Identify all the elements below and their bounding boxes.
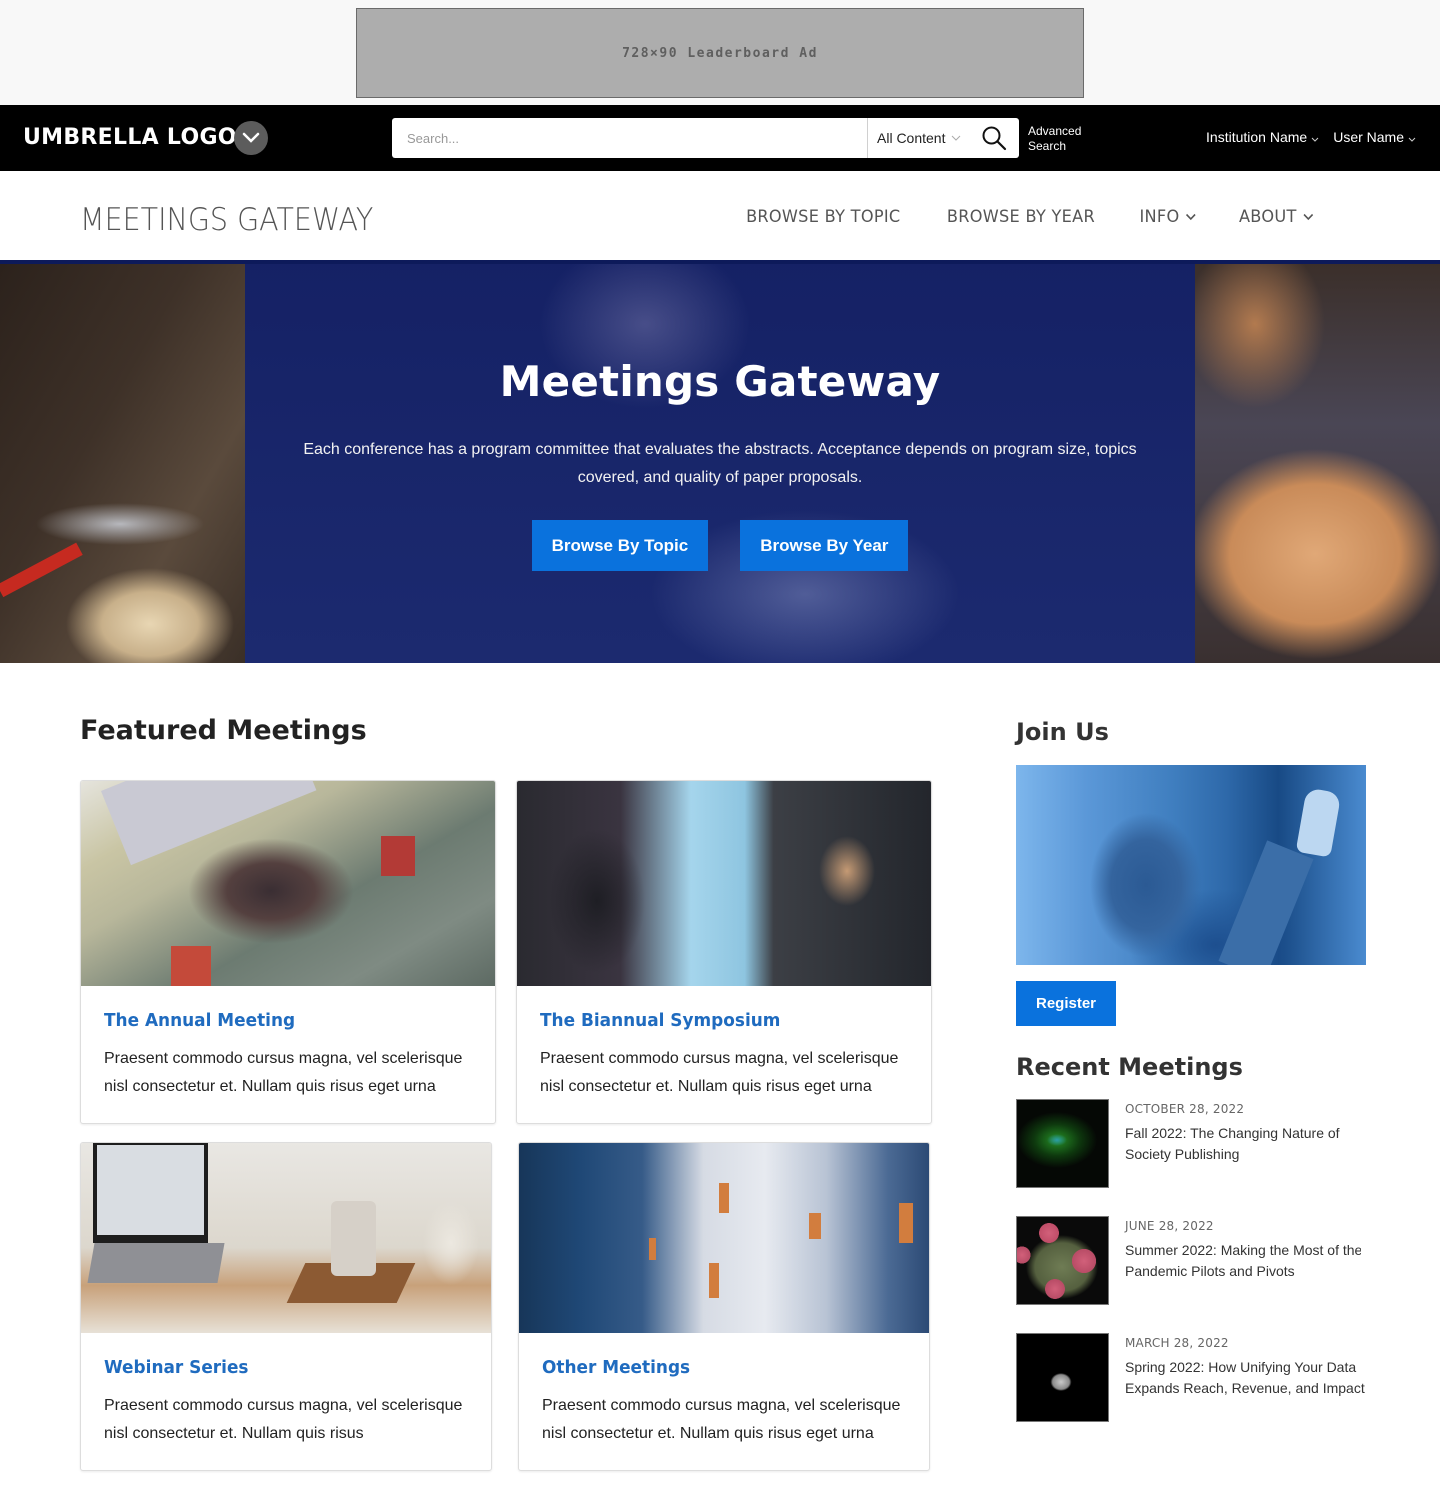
hero-banner: Meetings Gateway Each conference has a p… xyxy=(0,264,1440,663)
panel-speakers-photo xyxy=(517,781,931,986)
search-scope-label: All Content xyxy=(877,130,946,146)
search-button[interactable] xyxy=(969,118,1019,158)
virus-microscopy-thumbnail xyxy=(1016,1216,1109,1305)
chevron-down-icon xyxy=(1408,137,1416,142)
hero-buttons: Browse By Topic Browse By Year xyxy=(245,520,1195,571)
advanced-search-line1: Advanced xyxy=(1028,124,1082,138)
page-bottom-spacer xyxy=(0,1471,1440,1501)
chevron-down-icon xyxy=(242,132,260,143)
nav-label: ABOUT xyxy=(1239,207,1297,227)
featured-cards: The Annual Meeting Praesent commodo curs… xyxy=(80,780,932,1471)
nav-browse-by-year[interactable]: BROWSE BY YEAR xyxy=(947,207,1095,227)
nav-label: INFO xyxy=(1139,207,1180,227)
chevron-down-icon xyxy=(1303,213,1314,221)
search-scope-select[interactable]: All Content xyxy=(867,118,969,158)
meeting-date: OCTOBER 28, 2022 xyxy=(1125,1102,1245,1116)
umbrella-logo[interactable]: UMBRELLA LOGO xyxy=(23,125,237,150)
chevron-down-icon xyxy=(1186,213,1196,221)
meeting-date: MARCH 28, 2022 xyxy=(1125,1336,1229,1350)
site-title[interactable]: MEETINGS GATEWAY xyxy=(80,202,373,238)
recent-meeting-item[interactable]: MARCH 28, 2022 Spring 2022: How Unifying… xyxy=(1016,1333,1366,1422)
meeting-title-line: Summer 2022: Making the Most of the xyxy=(1125,1242,1361,1258)
featured-title: Featured Meetings xyxy=(80,715,367,746)
institution-name: Institution Name xyxy=(1206,129,1308,145)
card-text: Praesent commodo cursus magna, vel scele… xyxy=(104,1050,463,1095)
recent-meeting-item[interactable]: OCTOBER 28, 2022 Fall 2022: The Changing… xyxy=(1016,1099,1366,1188)
nav-about[interactable]: ABOUT xyxy=(1239,207,1314,227)
moon-thumbnail xyxy=(1016,1333,1109,1422)
meeting-card[interactable]: Webinar Series Praesent commodo cursus m… xyxy=(80,1142,492,1471)
card-text: Praesent commodo cursus magna, vel scele… xyxy=(542,1397,901,1442)
hero-content: Meetings Gateway Each conference has a p… xyxy=(245,264,1195,663)
meeting-title-line: Society Publishing xyxy=(1125,1146,1240,1162)
meeting-title[interactable]: Spring 2022: How Unifying Your Data Expa… xyxy=(1125,1357,1365,1399)
leaderboard-ad[interactable]: 728×90 Leaderboard Ad xyxy=(356,8,1084,98)
main-nav: BROWSE BY TOPIC BROWSE BY YEAR INFO ABOU… xyxy=(742,207,1316,227)
umbrella-menu-toggle[interactable] xyxy=(234,121,268,155)
account-menus: Institution Name User Name xyxy=(1206,129,1416,145)
featured-meetings: Featured Meetings The Annual Meeting Pra… xyxy=(80,663,932,1471)
meeting-title-line: Spring 2022: How Unifying Your Data xyxy=(1125,1359,1357,1375)
hero-background-photo-left xyxy=(0,264,245,663)
recent-meetings-list: OCTOBER 28, 2022 Fall 2022: The Changing… xyxy=(1016,1099,1366,1422)
meeting-title[interactable]: Fall 2022: The Changing Nature of Societ… xyxy=(1125,1123,1365,1165)
meeting-title-line: Pandemic Pilots and Pivots xyxy=(1125,1263,1295,1279)
meeting-title-line: Fall 2022: The Changing Nature of xyxy=(1125,1125,1340,1141)
card-title[interactable]: Other Meetings xyxy=(542,1357,884,1378)
join-us-title: Join Us xyxy=(1016,718,1109,746)
meeting-card[interactable]: Other Meetings Praesent commodo cursus m… xyxy=(518,1142,930,1471)
recent-meeting-item[interactable]: JUNE 28, 2022 Summer 2022: Making the Mo… xyxy=(1016,1216,1366,1305)
card-text: Praesent commodo cursus magna, vel scele… xyxy=(104,1397,463,1442)
browse-by-year-button[interactable]: Browse By Year xyxy=(740,520,909,571)
chevron-down-icon xyxy=(952,135,961,141)
sidebar: Join Us Register Recent Meetings OCTOBER… xyxy=(1016,663,1366,1471)
hero-background-photo-right xyxy=(1195,264,1440,663)
ad-area: 728×90 Leaderboard Ad xyxy=(0,0,1440,105)
cells-microscopy-thumbnail xyxy=(1016,1099,1109,1188)
meeting-card[interactable]: The Biannual Symposium Praesent commodo … xyxy=(516,780,932,1124)
meeting-card[interactable]: The Annual Meeting Praesent commodo curs… xyxy=(80,780,496,1124)
search-input[interactable] xyxy=(392,118,867,158)
card-title[interactable]: The Biannual Symposium xyxy=(540,1010,886,1031)
library-shelves-photo xyxy=(519,1143,929,1333)
user-menu[interactable]: User Name xyxy=(1333,129,1416,145)
card-title[interactable]: The Annual Meeting xyxy=(104,1010,450,1031)
chevron-down-icon xyxy=(1311,137,1319,142)
hero-title: Meetings Gateway xyxy=(499,357,941,406)
nav-label: BROWSE BY YEAR xyxy=(947,207,1096,227)
register-button[interactable]: Register xyxy=(1016,981,1116,1026)
meeting-title-line: Expands Reach, Revenue, and Impact xyxy=(1125,1380,1365,1396)
hero-description: Each conference has a program committee … xyxy=(303,441,1137,486)
site-header: MEETINGS GATEWAY BROWSE BY TOPIC BROWSE … xyxy=(0,171,1440,264)
conference-hall-photo xyxy=(81,781,495,986)
meeting-date: JUNE 28, 2022 xyxy=(1125,1219,1214,1233)
audience-photo xyxy=(1016,765,1366,965)
search-icon xyxy=(982,126,1007,151)
umbrella-bar: UMBRELLA LOGO All Content Advanced Searc… xyxy=(0,105,1440,171)
browse-by-topic-button[interactable]: Browse By Topic xyxy=(531,520,709,571)
advanced-search-line2: Search xyxy=(1028,139,1067,153)
meeting-title[interactable]: Summer 2022: Making the Most of the Pand… xyxy=(1125,1240,1361,1282)
search-bar: All Content xyxy=(392,118,1019,158)
user-name: User Name xyxy=(1333,129,1404,145)
institution-menu[interactable]: Institution Name xyxy=(1206,129,1319,145)
main-content: Featured Meetings The Annual Meeting Pra… xyxy=(0,663,1440,1471)
card-title[interactable]: Webinar Series xyxy=(104,1357,446,1378)
nav-label: BROWSE BY TOPIC xyxy=(745,207,901,227)
nav-info[interactable]: INFO xyxy=(1140,207,1197,227)
laptop-desk-photo xyxy=(81,1143,491,1333)
advanced-search-link[interactable]: Advanced Search xyxy=(1028,124,1081,154)
recent-meetings-title: Recent Meetings xyxy=(1016,1053,1243,1081)
card-text: Praesent commodo cursus magna, vel scele… xyxy=(540,1050,899,1095)
nav-browse-by-topic[interactable]: BROWSE BY TOPIC xyxy=(746,207,900,227)
